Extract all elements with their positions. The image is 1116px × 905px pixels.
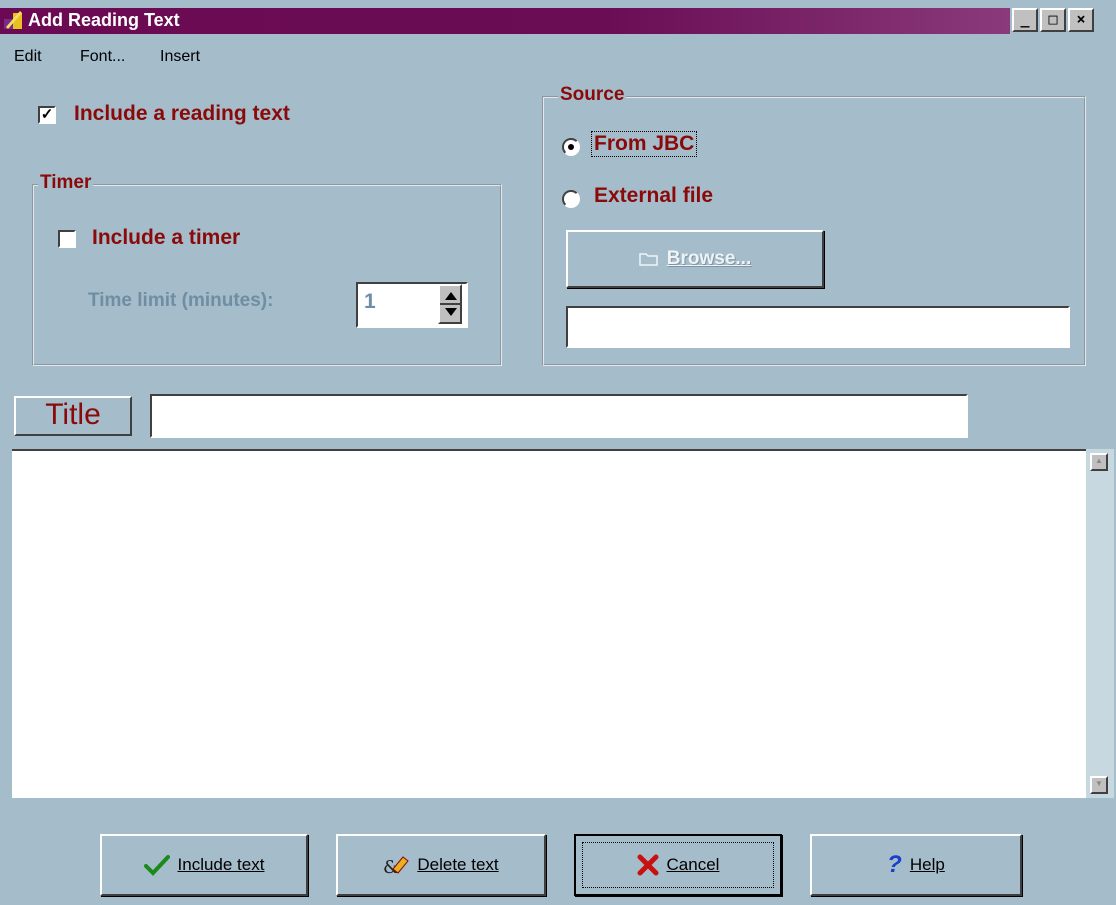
checkmark-icon <box>143 855 170 876</box>
time-limit-value: 1 <box>364 290 376 313</box>
menu-bar: Edit Font... Insert <box>0 38 1116 74</box>
from-jbc-radio[interactable] <box>562 138 580 156</box>
editor-scrollbar[interactable]: ▲ ▼ <box>1086 449 1114 798</box>
source-legend: Source <box>558 84 627 106</box>
reading-text-editor[interactable] <box>12 449 1086 798</box>
external-file-radio[interactable] <box>562 190 580 208</box>
spin-down-icon[interactable] <box>445 308 457 316</box>
timer-legend: Timer <box>38 172 94 194</box>
focus-outline <box>582 842 774 888</box>
help-button[interactable]: ? Help <box>810 834 1022 896</box>
folder-icon <box>639 253 658 266</box>
app-icon <box>4 11 22 29</box>
menu-font[interactable]: Font... <box>80 48 125 66</box>
include-reading-label[interactable]: Include a reading text <box>74 102 290 126</box>
eraser-icon: & <box>383 856 410 877</box>
delete-text-label: Delete text <box>417 855 499 874</box>
scroll-down-icon[interactable]: ▼ <box>1090 776 1108 794</box>
title-bar: Add Reading Text _ □ × <box>0 0 1116 38</box>
menu-edit[interactable]: Edit <box>14 48 42 66</box>
window-title: Add Reading Text <box>28 10 180 30</box>
from-jbc-label[interactable]: From JBC <box>590 131 698 157</box>
spin-up-icon[interactable] <box>445 292 457 300</box>
maximize-button[interactable]: □ <box>1040 8 1066 32</box>
minimize-button[interactable]: _ <box>1012 8 1038 32</box>
delete-text-button[interactable]: & Delete text <box>336 834 546 896</box>
browse-button[interactable]: Browse... <box>566 230 824 288</box>
time-limit-label: Time limit (minutes): <box>88 290 274 311</box>
title-label: Title <box>14 396 132 436</box>
include-reading-checkbox[interactable]: ✓ <box>38 106 56 124</box>
include-timer-label[interactable]: Include a timer <box>92 226 240 250</box>
spin-divider <box>440 303 460 305</box>
title-input[interactable] <box>150 394 968 438</box>
external-file-label[interactable]: External file <box>594 184 713 208</box>
browse-label: Browse... <box>666 248 752 269</box>
timer-group <box>32 184 502 366</box>
cancel-button[interactable]: Cancel <box>574 834 782 896</box>
menu-insert[interactable]: Insert <box>160 48 200 66</box>
include-text-button[interactable]: Include text <box>100 834 308 896</box>
question-icon: ? <box>887 851 902 878</box>
include-text-label: Include text <box>177 855 265 874</box>
include-timer-checkbox[interactable] <box>58 230 76 248</box>
time-limit-spinner[interactable] <box>438 284 462 324</box>
scroll-up-icon[interactable]: ▲ <box>1090 453 1108 471</box>
help-label: Help <box>909 855 945 874</box>
external-file-path-field[interactable] <box>566 306 1070 348</box>
close-button[interactable]: × <box>1068 8 1094 32</box>
